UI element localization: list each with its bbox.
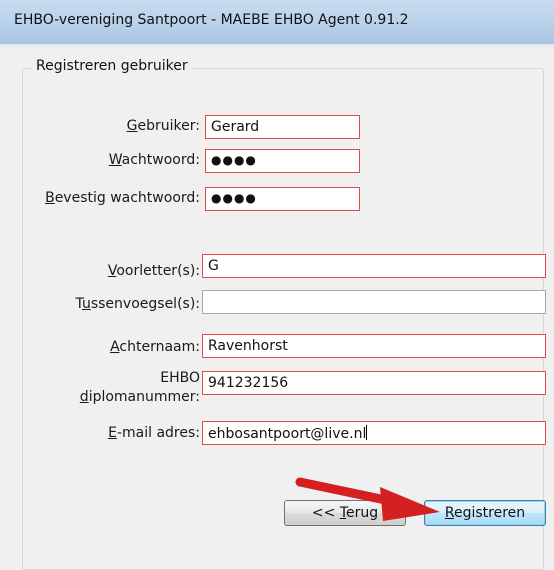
lastname-field[interactable]: Ravenhorst [202,334,546,358]
email-label-accesskey: E [108,425,117,441]
text-caret [366,425,368,440]
infix-label-text: ssenvoegsel(s): [90,296,200,312]
initials-label: Voorletter(s): [108,263,200,279]
user-field[interactable]: Gerard [205,115,360,139]
password-label-text: achtwoord: [121,152,200,168]
registration-groupbox [22,68,544,570]
email-label: E-mail adres: [108,425,200,441]
lastname-field-value: Ravenhorst [208,338,288,354]
back-button[interactable]: << Terug [284,500,406,526]
password-label: Wachtwoord: [109,152,200,168]
user-label-accesskey: G [126,118,138,134]
password-field[interactable]: ●●●● [205,149,360,173]
diploma-label-line1: EHBO [160,370,200,386]
diploma-label-accesskey: d [79,389,89,405]
back-button-label: erug [345,505,379,521]
confirm-label-accesskey: B [45,190,55,206]
register-button-accesskey: R [444,505,454,521]
infix-label: Tussenvoegsel(s): [76,296,200,312]
register-button[interactable]: Registreren [424,500,546,526]
infix-field[interactable] [202,290,546,314]
confirm-password-field[interactable]: ●●●● [205,187,360,211]
password-field-value: ●●●● [211,153,257,167]
diploma-label-text: iplomanummer: [88,389,200,405]
email-field[interactable]: ehbosantpoort@live.nl [202,421,546,445]
confirm-label-text: evestig wachtwoord: [54,190,200,206]
lastname-label-text: chternaam: [119,339,200,355]
infix-label-accesskey: u [81,296,91,312]
title-bar-shadow [0,44,554,48]
diploma-field[interactable]: 941232156 [202,371,546,395]
email-field-value: ehbosantpoort@live.nl [208,426,367,442]
email-label-text: -mail adres: [116,425,200,441]
user-label-text: ebruiker: [137,118,200,134]
password-label-accesskey: W [108,152,122,168]
register-button-label: egistreren [453,505,526,521]
diploma-label-line2: diplomanummer: [80,389,200,405]
initials-label-text: oorletter(s): [116,263,200,279]
initials-field-value: G [208,258,219,274]
title-bar: EHBO-vereniging Santpoort - MAEBE EHBO A… [0,0,554,45]
user-label: Gebruiker: [127,118,200,134]
diploma-field-value: 941232156 [208,375,289,391]
initials-field[interactable]: G [202,254,546,278]
confirm-password-field-value: ●●●● [211,191,257,205]
back-button-prefix: << [311,505,340,521]
groupbox-legend: Registreren gebruiker [32,58,192,74]
window-title: EHBO-vereniging Santpoort - MAEBE EHBO A… [14,12,409,28]
lastname-label: Achternaam: [110,339,200,355]
user-field-value: Gerard [211,119,260,135]
confirm-password-label: Bevestig wachtwoord: [45,190,200,206]
